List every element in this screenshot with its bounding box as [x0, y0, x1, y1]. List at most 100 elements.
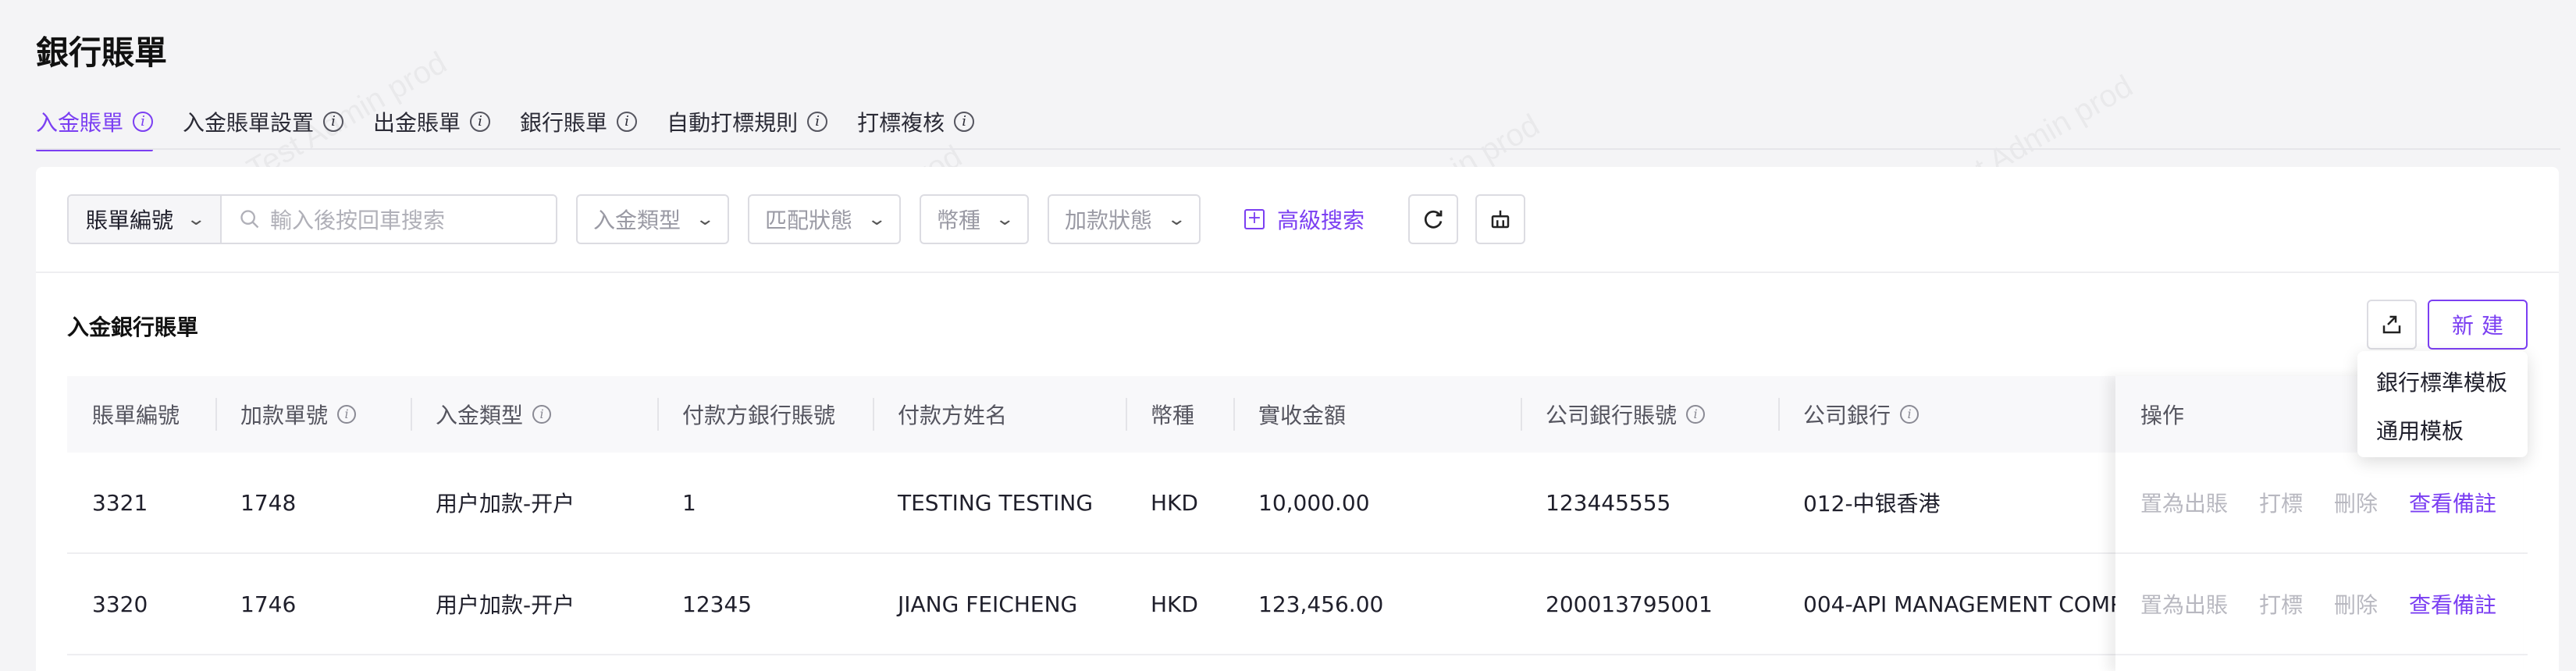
set-outgoing-link[interactable]: 置為出賬 — [2140, 588, 2228, 620]
chevron-down-icon: ⌄ — [866, 209, 887, 229]
cell-company-bank: 004-API MANAGEMENT COMPANY — [1803, 591, 2151, 617]
column-label: 公司銀行賬號 — [1546, 403, 1678, 428]
tab-withdrawal-bills[interactable]: 出金賬單 i — [373, 94, 491, 150]
cell-deposit-type: 用户加款-开户 — [436, 491, 575, 517]
field-select[interactable]: 賬單編號 ⌄ — [69, 196, 222, 243]
new-button[interactable]: 新建 — [2428, 300, 2528, 350]
cell-company-bank: 012-中银香港 — [1803, 491, 1941, 517]
deposit-type-placeholder: 入金類型 — [593, 208, 681, 233]
advanced-search-label: 高級搜索 — [1277, 208, 1365, 233]
view-notes-link[interactable]: 查看備註 — [2409, 588, 2496, 620]
page-title: 銀行賬單 — [36, 34, 168, 72]
info-icon[interactable]: i — [807, 112, 828, 132]
cell-amount: 10,000.00 — [1258, 489, 1370, 516]
chevron-down-icon: ⌄ — [994, 209, 1015, 229]
credit-status-placeholder: 加款狀態 — [1065, 208, 1153, 233]
cell-amount: 123,456.00 — [1258, 591, 1384, 617]
cell-currency: HKD — [1151, 591, 1198, 617]
refresh-button[interactable] — [1408, 194, 1459, 244]
column-label: 公司銀行 — [1803, 403, 1891, 428]
cell-payer-name: TESTING TESTING — [898, 489, 1094, 516]
clear-icon — [1491, 210, 1510, 229]
cell-bill-no: 3321 — [92, 489, 148, 516]
section-title: 入金銀行賬單 — [67, 314, 199, 340]
column-divider — [873, 398, 874, 431]
delete-link[interactable]: 刪除 — [2334, 588, 2378, 620]
info-icon[interactable]: i — [1686, 405, 1706, 424]
info-icon[interactable]: i — [337, 405, 357, 424]
column-label: 付款方銀行賬號 — [682, 403, 836, 428]
chevron-down-icon: ⌄ — [694, 209, 715, 229]
column-divider — [1126, 398, 1127, 431]
tabs-divider — [36, 148, 2560, 150]
tab-label: 入金賬單設置 — [183, 110, 315, 136]
column-header: 幣種 — [1126, 376, 1195, 453]
export-button[interactable] — [2367, 300, 2417, 350]
tab-bank-bills[interactable]: 銀行賬單 i — [520, 94, 638, 150]
search-combo: 賬單編號 ⌄ 輸入後按回車搜索 — [67, 194, 557, 244]
cell-bill-no: 3320 — [92, 591, 148, 617]
column-divider — [411, 398, 412, 431]
tab-deposit-bill-settings[interactable]: 入金賬單設置 i — [183, 94, 344, 150]
tab-label: 出金賬單 — [373, 110, 461, 136]
column-label: 加款單號 — [240, 403, 329, 428]
view-notes-link[interactable]: 查看備註 — [2409, 487, 2496, 518]
clear-button[interactable] — [1475, 194, 1526, 244]
column-header: 加款單號 i — [215, 376, 357, 453]
tab-label: 入金賬單 — [36, 110, 124, 136]
cell-currency: HKD — [1151, 489, 1198, 516]
column-header: 付款方銀行賬號 — [657, 376, 836, 453]
filter-bar: 賬單編號 ⌄ 輸入後按回車搜索 入金類型 ⌄ 匹配狀態 ⌄ 幣種 ⌄ 加款狀態 — [36, 167, 2559, 273]
info-icon[interactable]: i — [1900, 405, 1920, 424]
column-header: 公司銀行 i — [1778, 376, 1920, 453]
set-outgoing-link[interactable]: 置為出賬 — [2140, 487, 2228, 518]
column-divider — [657, 398, 659, 431]
column-header: 付款方姓名 — [873, 376, 1008, 453]
menu-item-bank-standard-template[interactable]: 銀行標準模板 — [2357, 357, 2528, 406]
tag-link[interactable]: 打標 — [2259, 487, 2303, 518]
cell-deposit-type: 用户加款-开户 — [436, 592, 575, 618]
tag-link[interactable]: 打標 — [2259, 588, 2303, 620]
match-status-placeholder: 匹配狀態 — [765, 208, 853, 233]
tab-label: 自動打標規則 — [667, 110, 799, 136]
info-icon[interactable]: i — [617, 112, 638, 132]
currency-placeholder: 幣種 — [937, 208, 981, 233]
info-icon[interactable]: i — [133, 112, 154, 132]
info-icon[interactable]: i — [323, 112, 344, 132]
column-divider — [1233, 398, 1235, 431]
info-icon[interactable]: i — [470, 112, 491, 132]
tab-label: 銀行賬單 — [520, 110, 608, 136]
column-divider — [215, 398, 217, 431]
info-icon[interactable]: i — [954, 112, 975, 132]
chevron-down-icon: ⌄ — [1165, 209, 1187, 229]
tab-bar: 入金賬單 i 入金賬單設置 i 出金賬單 i 銀行賬單 i 自動打標規則 i 打… — [36, 94, 1004, 151]
field-select-value: 賬單編號 — [86, 208, 174, 233]
advanced-search-button[interactable]: + 高級搜索 — [1244, 204, 1364, 235]
chevron-down-icon: ⌄ — [185, 209, 206, 229]
column-label: 賬單編號 — [92, 403, 180, 428]
column-label: 實收金額 — [1258, 403, 1347, 428]
action-header-label: 操作 — [2140, 403, 2185, 428]
action-row: 置為出賬 打標 刪除 查看備註 — [2115, 554, 2523, 655]
cell-company-account: 200013795001 — [1546, 591, 1713, 617]
column-label: 付款方姓名 — [898, 403, 1008, 428]
cell-credit-no: 1746 — [240, 591, 297, 617]
delete-link[interactable]: 刪除 — [2334, 487, 2378, 518]
credit-status-select[interactable]: 加款狀態 ⌄ — [1048, 194, 1201, 244]
tab-tag-review[interactable]: 打標複核 i — [857, 94, 975, 150]
column-label: 入金類型 — [436, 403, 524, 428]
search-icon — [240, 210, 259, 229]
tab-deposit-bills[interactable]: 入金賬單 i — [36, 94, 154, 151]
cell-payer-name: JIANG FEICHENG — [898, 591, 1078, 617]
cell-payer-account: 1 — [682, 489, 696, 516]
column-label: 幣種 — [1151, 403, 1195, 428]
deposit-type-select[interactable]: 入金類型 ⌄ — [576, 194, 729, 244]
match-status-select[interactable]: 匹配狀態 ⌄ — [748, 194, 901, 244]
menu-item-generic-template[interactable]: 通用模板 — [2357, 406, 2528, 454]
tab-auto-tag-rules[interactable]: 自動打標規則 i — [667, 94, 828, 150]
search-placeholder: 輸入後按回車搜索 — [270, 208, 446, 233]
column-header: 入金類型 i — [411, 376, 552, 453]
info-icon[interactable]: i — [532, 405, 552, 424]
search-input[interactable]: 輸入後按回車搜索 — [222, 196, 556, 243]
currency-select[interactable]: 幣種 ⌄ — [920, 194, 1029, 244]
